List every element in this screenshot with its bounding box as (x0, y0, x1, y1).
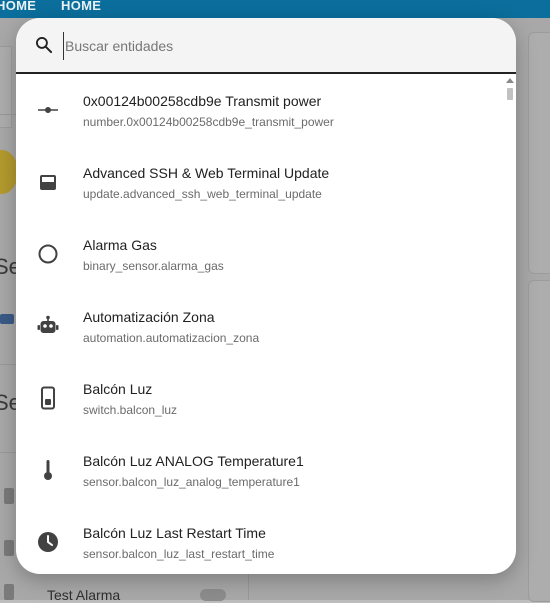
entity-id: automation.automatizacion_zona (83, 331, 260, 345)
header-tab-home-2[interactable]: HOME (61, 0, 101, 14)
car-icon (0, 314, 14, 324)
entity-list: 0x00124b00258cdb9e Transmit power number… (16, 74, 516, 574)
entity-name: 0x00124b00258cdb9e Transmit power (83, 93, 322, 109)
bg-device-icon-1 (4, 488, 14, 504)
scroll-up-arrow-icon[interactable] (506, 78, 514, 83)
entity-id: sensor.balcon_luz_analog_temperature1 (83, 475, 300, 489)
entity-name: Balcón Luz ANALOG Temperature1 (83, 453, 304, 469)
package-icon (40, 175, 56, 190)
circle-outline-icon (38, 244, 58, 264)
entity-id: sensor.balcon_luz_last_restart_time (83, 547, 275, 561)
slider-icon (38, 107, 58, 113)
entity-id: binary_sensor.alarma_gas (83, 259, 224, 273)
list-item[interactable]: Advanced SSH & Web Terminal Update updat… (16, 146, 506, 218)
entity-id: number.0x00124b00258cdb9e_transmit_power (83, 115, 334, 129)
entity-name: Balcón Luz (83, 381, 153, 397)
clock-icon (38, 532, 58, 552)
bg-device-icon-2 (4, 540, 14, 556)
bg-divider-2 (0, 364, 16, 365)
bg-column-divider (248, 574, 249, 600)
entity-id: switch.balcon_luz (83, 403, 178, 417)
search-input[interactable] (63, 32, 487, 60)
entity-name: Alarma Gas (83, 237, 157, 253)
bg-slider-line (0, 452, 16, 453)
list-item[interactable]: Alarma Gas binary_sensor.alarma_gas (16, 218, 506, 290)
entity-name: Balcón Luz Last Restart Time (83, 525, 266, 541)
entity-name: Automatización Zona (83, 309, 215, 325)
list-item[interactable]: Automatización Zona automation.automatiz… (16, 290, 506, 362)
bg-divider (0, 114, 16, 115)
app-header: HOME HOME (0, 0, 550, 18)
switch-icon (41, 386, 55, 410)
entity-name: Advanced SSH & Web Terminal Update (83, 165, 330, 181)
list-item[interactable]: Balcón Luz switch.balcon_luz (16, 362, 506, 434)
bg-toggle-switch[interactable] (200, 589, 226, 601)
entity-id: update.advanced_ssh_web_terminal_update (83, 187, 322, 201)
robot-icon (37, 315, 59, 333)
bg-device-icon-3 (4, 584, 14, 600)
search-bar (16, 18, 516, 74)
bg-toggle-label: Test Alarma (47, 587, 121, 603)
list-item[interactable]: Balcón Luz ANALOG Temperature1 sensor.ba… (16, 434, 506, 506)
list-item[interactable]: 0x00124b00258cdb9e Transmit power number… (16, 74, 506, 146)
scroll-thumb[interactable] (507, 88, 513, 100)
list-scrollbar[interactable] (504, 76, 514, 572)
list-item[interactable]: Balcón Luz Last Restart Time sensor.balc… (16, 506, 506, 574)
header-tab-home[interactable]: HOME (0, 0, 36, 14)
bg-card-right-2 (528, 280, 550, 602)
bg-card-left-1 (0, 46, 12, 128)
thermometer-icon (44, 460, 52, 480)
entity-search-dialog: 0x00124b00258cdb9e Transmit power number… (16, 18, 516, 574)
bg-card-right-1 (528, 32, 550, 274)
search-icon (36, 37, 53, 54)
